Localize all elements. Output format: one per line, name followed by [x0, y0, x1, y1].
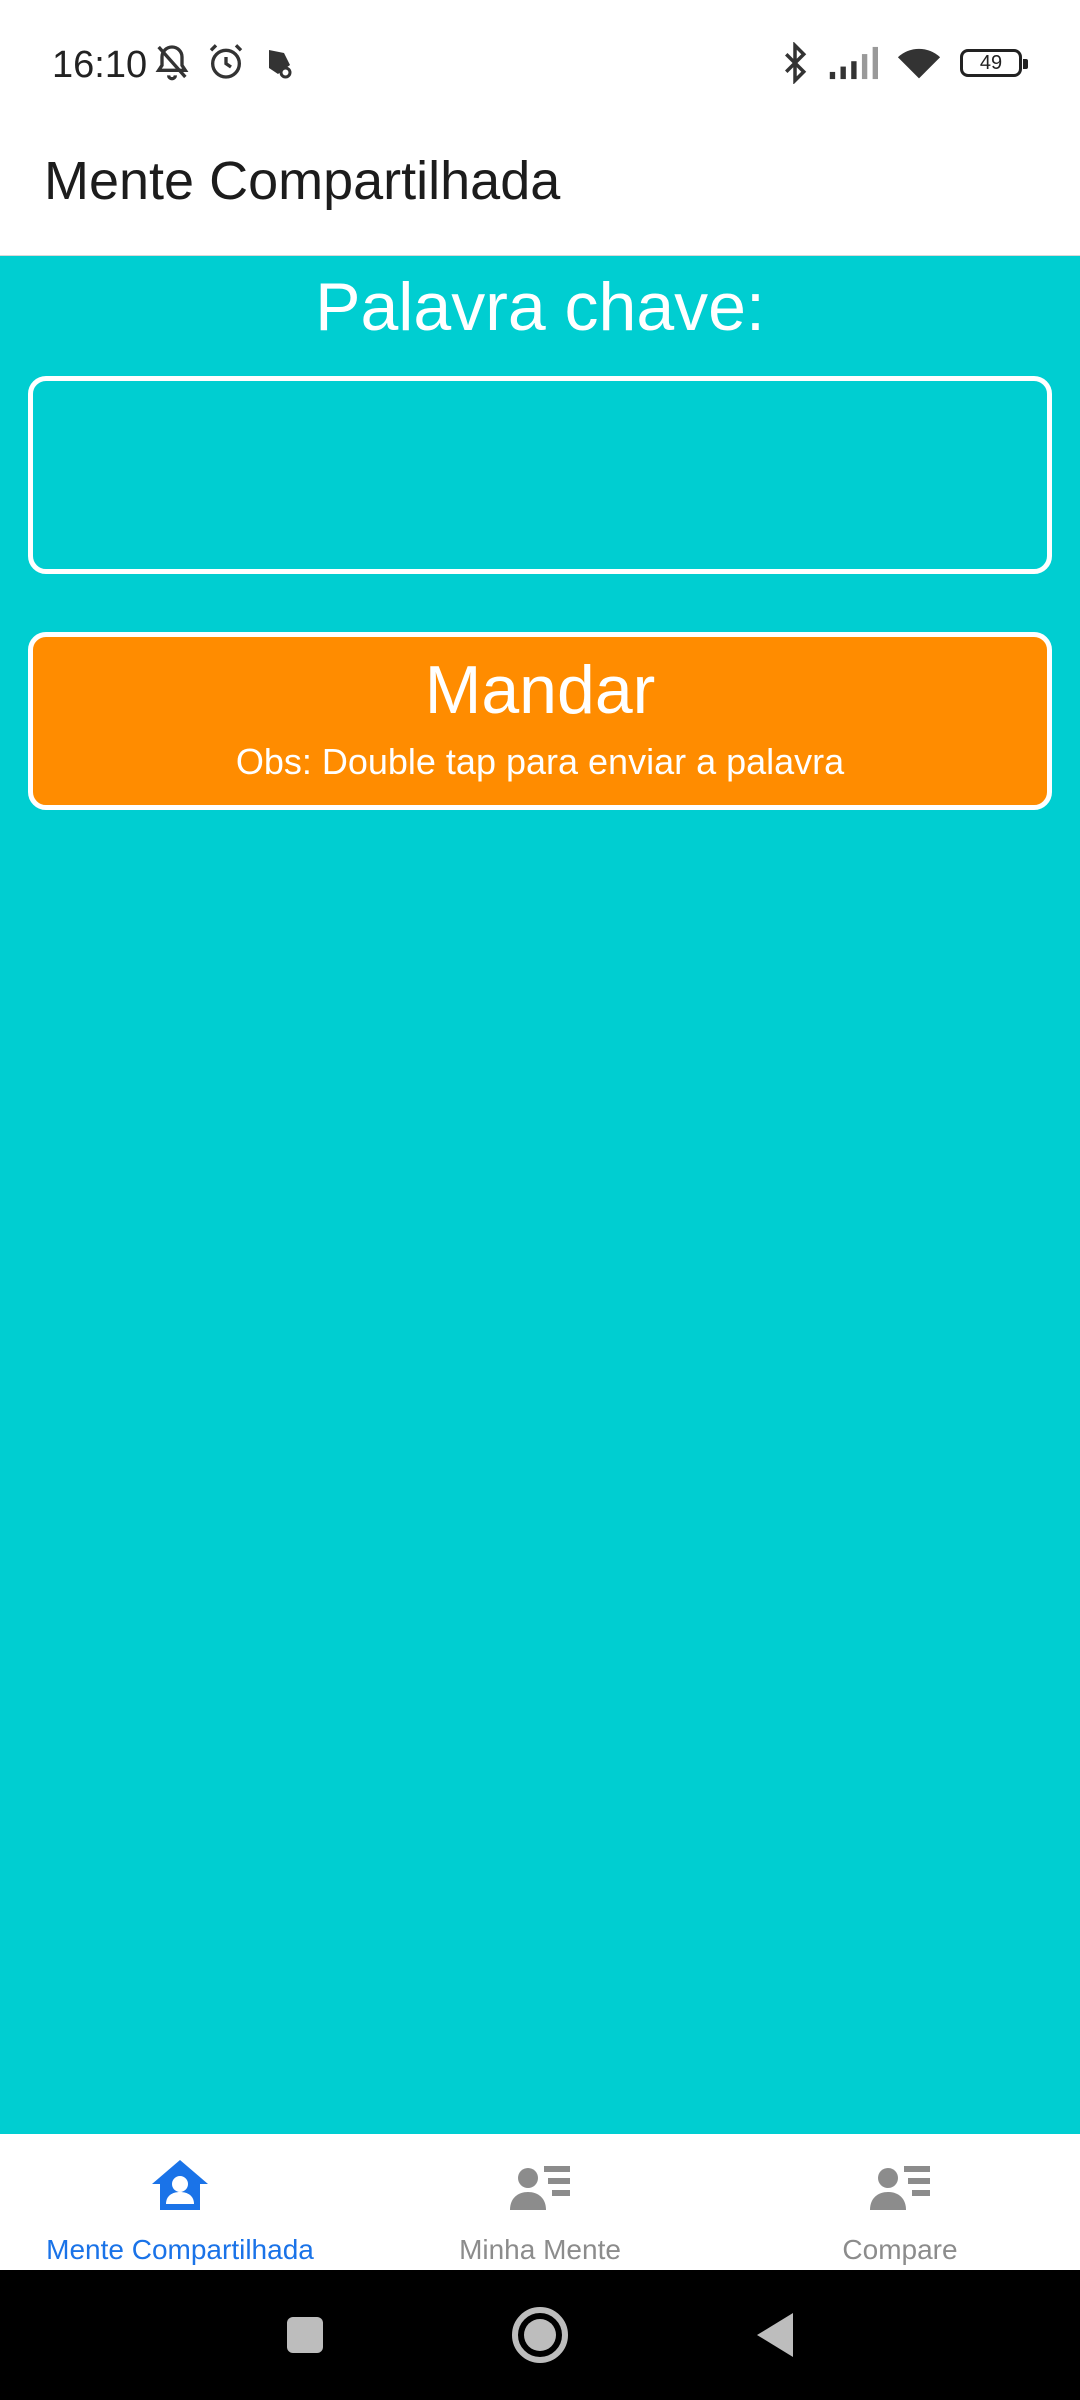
system-nav-bar — [0, 2270, 1080, 2400]
recents-button[interactable] — [270, 2300, 340, 2370]
bottom-tab-bar: Mente Compartilhada Minha Mente Compare — [0, 2134, 1080, 2270]
tab-label: Minha Mente — [459, 2234, 621, 2265]
bluetooth-icon — [785, 42, 807, 84]
tab-mente-compartilhada[interactable]: Mente Compartilhada — [0, 2134, 360, 2270]
battery-icon: 49 — [960, 49, 1028, 77]
back-triangle-icon — [757, 2313, 793, 2357]
person-list-icon — [510, 2166, 570, 2210]
send-button-label: Mandar — [424, 652, 656, 728]
status-bar: 16:10 49 — [0, 0, 1080, 130]
status-right-icons: 49 — [780, 42, 1028, 84]
app-bar: Mente Compartilhada — [0, 130, 1080, 256]
bell-off-icon — [155, 45, 189, 81]
send-button-note: Obs: Double tap para enviar a palavra — [235, 741, 845, 782]
send-button[interactable]: Mandar Obs: Double tap para enviar a pal… — [28, 632, 1052, 810]
back-button[interactable] — [740, 2300, 810, 2370]
app-notification-icon — [269, 50, 292, 79]
home-circle-icon — [512, 2307, 568, 2363]
keyword-input[interactable] — [28, 376, 1052, 574]
tab-minha-mente[interactable]: Minha Mente — [360, 2134, 720, 2270]
tab-compare[interactable]: Compare — [720, 2134, 1080, 2270]
tab-label: Compare — [842, 2234, 958, 2265]
signal-icon — [829, 46, 878, 80]
wifi-icon — [897, 48, 941, 79]
alarm-icon — [209, 44, 243, 79]
status-left-icons — [152, 42, 296, 82]
page-title: Mente Compartilhada — [44, 151, 561, 211]
main-content: Palavra chave: Mandar Obs: Double tap pa… — [0, 256, 1080, 2134]
status-time: 16:10 — [52, 44, 148, 86]
keyword-label: Palavra chave: — [315, 269, 765, 345]
home-person-icon — [152, 2160, 208, 2210]
home-button[interactable] — [505, 2300, 575, 2370]
person-list-icon — [870, 2166, 930, 2210]
screen: 16:10 49 Mente Compartilhada Palavra cha… — [0, 0, 1080, 2400]
tab-label: Mente Compartilhada — [46, 2234, 314, 2265]
recents-square-icon — [287, 2317, 323, 2353]
battery-level: 49 — [979, 51, 1003, 74]
